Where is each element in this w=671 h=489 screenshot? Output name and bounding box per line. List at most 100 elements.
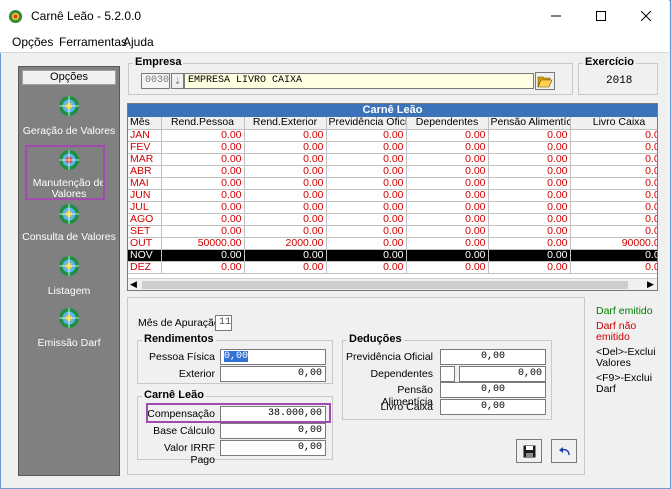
- value-cell[interactable]: 0.00: [488, 153, 571, 166]
- value-cell[interactable]: 0.00: [244, 261, 327, 274]
- value-cell[interactable]: 0.00: [244, 165, 327, 178]
- table-row[interactable]: JUL0.000.000.000.000.000.00: [128, 201, 657, 214]
- table-row[interactable]: OUT50000.002000.000.000.000.0090000.00: [128, 237, 657, 250]
- value-cell[interactable]: 0.00: [161, 225, 245, 238]
- close-button[interactable]: [623, 0, 668, 31]
- column-header[interactable]: Livro Caixa: [570, 117, 657, 130]
- save-button[interactable]: [516, 439, 542, 463]
- scroll-thumb[interactable]: [142, 281, 628, 289]
- value-cell[interactable]: 0.00: [244, 141, 327, 154]
- value-cell[interactable]: 0.00: [326, 189, 407, 202]
- value-cell[interactable]: 0.00: [161, 177, 245, 190]
- empresa-name-field[interactable]: EMPRESA LIVRO CAIXA: [184, 73, 534, 89]
- column-header[interactable]: Rend.Pessoa: [161, 117, 245, 130]
- menu-opcoes[interactable]: Opções: [12, 35, 53, 49]
- value-cell[interactable]: 0.00: [488, 165, 571, 178]
- value-cell[interactable]: 0.00: [570, 165, 657, 178]
- table-row[interactable]: ABR0.000.000.000.000.000.00: [128, 165, 657, 178]
- value-cell[interactable]: 0.00: [488, 237, 571, 250]
- value-cell[interactable]: 0.00: [326, 249, 407, 262]
- column-header[interactable]: Dependentes: [406, 117, 489, 130]
- value-cell[interactable]: 0.00: [161, 153, 245, 166]
- month-cell[interactable]: OUT: [128, 237, 162, 250]
- carne-leao-grid[interactable]: Carnê Leão Mês Rend.Pessoa Rend.Exterior…: [127, 103, 658, 291]
- value-cell[interactable]: 0.00: [570, 201, 657, 214]
- maximize-button[interactable]: [578, 0, 623, 31]
- pessoa-fisica-field[interactable]: 0,00: [220, 349, 326, 365]
- value-cell[interactable]: 0.00: [570, 249, 657, 262]
- month-cell[interactable]: NOV: [128, 249, 162, 262]
- value-cell[interactable]: 0.00: [244, 201, 327, 214]
- value-cell[interactable]: 0.00: [244, 225, 327, 238]
- value-cell[interactable]: 0.00: [244, 153, 327, 166]
- month-cell[interactable]: ABR: [128, 165, 162, 178]
- value-cell[interactable]: 0.00: [406, 213, 489, 226]
- exterior-field[interactable]: 0,00: [220, 366, 326, 382]
- value-cell[interactable]: 0.00: [488, 213, 571, 226]
- value-cell[interactable]: 0.00: [488, 249, 571, 262]
- value-cell[interactable]: 0.00: [326, 153, 407, 166]
- value-cell[interactable]: 0.00: [570, 213, 657, 226]
- scroll-right-icon[interactable]: ▶: [647, 279, 654, 290]
- column-header[interactable]: Previdência Oficial: [326, 117, 407, 130]
- value-cell[interactable]: 0.00: [570, 141, 657, 154]
- table-row[interactable]: DEZ0.000.000.000.000.000.00: [128, 261, 657, 274]
- value-cell[interactable]: 0.00: [488, 201, 571, 214]
- column-header[interactable]: Pensão Alimentícia: [488, 117, 571, 130]
- value-cell[interactable]: 0.00: [406, 201, 489, 214]
- value-cell[interactable]: 0.00: [161, 189, 245, 202]
- sidebar-item-geracao[interactable]: Geração de Valores: [19, 93, 119, 139]
- livro-caixa-field[interactable]: 0,00: [440, 399, 546, 415]
- value-cell[interactable]: 0.00: [161, 249, 245, 262]
- month-cell[interactable]: AGO: [128, 213, 162, 226]
- base-calculo-field[interactable]: 0,00: [220, 423, 326, 439]
- table-row[interactable]: JUN0.000.000.000.000.000.00: [128, 189, 657, 202]
- value-cell[interactable]: 90000.00: [570, 237, 657, 250]
- dependentes-count-field[interactable]: [440, 366, 455, 382]
- table-row[interactable]: AGO0.000.000.000.000.000.00: [128, 213, 657, 226]
- value-cell[interactable]: 0.00: [326, 141, 407, 154]
- value-cell[interactable]: 0.00: [326, 177, 407, 190]
- value-cell[interactable]: 0.00: [244, 213, 327, 226]
- menu-ferramentas[interactable]: Ferramentas: [59, 35, 127, 49]
- value-cell[interactable]: 0.00: [406, 237, 489, 250]
- value-cell[interactable]: 0.00: [406, 189, 489, 202]
- month-cell[interactable]: JUN: [128, 189, 162, 202]
- minimize-button[interactable]: [533, 0, 578, 31]
- value-cell[interactable]: 0.00: [488, 261, 571, 274]
- pensao-field[interactable]: 0,00: [440, 382, 546, 398]
- value-cell[interactable]: 0.00: [570, 153, 657, 166]
- month-cell[interactable]: MAI: [128, 177, 162, 190]
- value-cell[interactable]: 0.00: [406, 165, 489, 178]
- value-cell[interactable]: 0.00: [326, 237, 407, 250]
- value-cell[interactable]: 0.00: [570, 189, 657, 202]
- value-cell[interactable]: 0.00: [326, 165, 407, 178]
- value-cell[interactable]: 0.00: [161, 165, 245, 178]
- value-cell[interactable]: 0.00: [326, 129, 407, 142]
- value-cell[interactable]: 0.00: [161, 261, 245, 274]
- irrf-field[interactable]: 0,00: [220, 440, 326, 456]
- table-row[interactable]: FEV0.000.000.000.000.000.00: [128, 141, 657, 154]
- value-cell[interactable]: 0.00: [570, 261, 657, 274]
- value-cell[interactable]: 0.00: [406, 177, 489, 190]
- month-cell[interactable]: JAN: [128, 129, 162, 142]
- sidebar-item-listagem[interactable]: Listagem: [19, 253, 119, 299]
- value-cell[interactable]: 0.00: [488, 225, 571, 238]
- value-cell[interactable]: 0.00: [406, 249, 489, 262]
- sidebar-item-emissao-darf[interactable]: Emissão Darf: [19, 305, 119, 351]
- previdencia-field[interactable]: 0,00: [440, 349, 546, 365]
- value-cell[interactable]: 0.00: [406, 153, 489, 166]
- table-row[interactable]: MAI0.000.000.000.000.000.00: [128, 177, 657, 190]
- month-cell[interactable]: SET: [128, 225, 162, 238]
- menu-ajuda[interactable]: Ajuda: [123, 35, 154, 49]
- value-cell[interactable]: 0.00: [326, 213, 407, 226]
- value-cell[interactable]: 0.00: [406, 129, 489, 142]
- value-cell[interactable]: 0.00: [326, 225, 407, 238]
- value-cell[interactable]: 0.00: [161, 201, 245, 214]
- value-cell[interactable]: 0.00: [570, 225, 657, 238]
- empresa-code-field[interactable]: 0030: [141, 73, 170, 89]
- month-cell[interactable]: JUL: [128, 201, 162, 214]
- value-cell[interactable]: 0.00: [244, 189, 327, 202]
- table-row[interactable]: MAR0.000.000.000.000.000.00: [128, 153, 657, 166]
- month-cell[interactable]: DEZ: [128, 261, 162, 274]
